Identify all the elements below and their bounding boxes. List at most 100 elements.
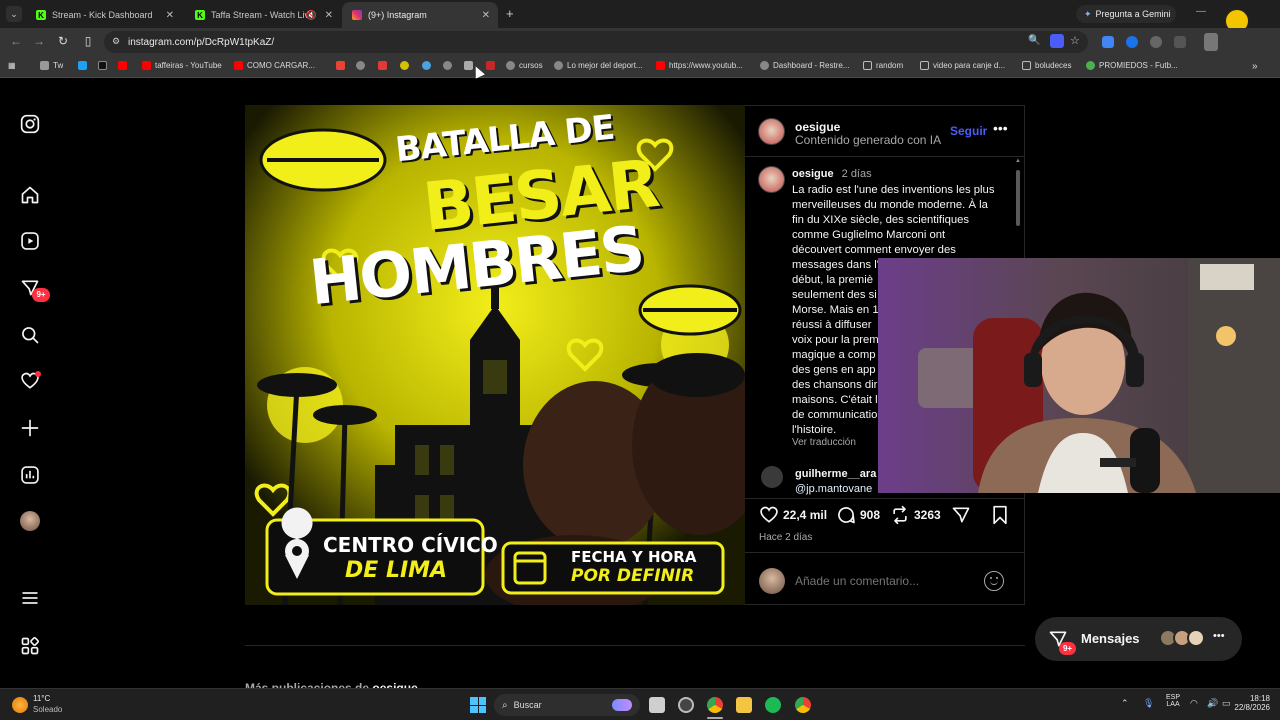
profile-icon[interactable] bbox=[1204, 33, 1218, 51]
start-icon[interactable] bbox=[470, 697, 486, 713]
extension-icon[interactable] bbox=[1102, 36, 1114, 48]
close-tab-icon[interactable]: ✕ bbox=[166, 10, 174, 21]
weather-sun-icon[interactable] bbox=[12, 697, 28, 713]
minimize-icon[interactable]: — bbox=[1196, 6, 1206, 17]
more-options-icon[interactable]: ••• bbox=[993, 120, 1008, 136]
search-icon[interactable] bbox=[18, 323, 42, 347]
extension-icon[interactable] bbox=[1150, 36, 1162, 48]
commenter-username[interactable]: guilherme__ara bbox=[795, 468, 876, 480]
bookmark-video-canje[interactable]: video para canje d... bbox=[920, 61, 1005, 70]
mic-icon[interactable]: 🎙 bbox=[1143, 698, 1154, 709]
commenter-avatar[interactable] bbox=[761, 466, 783, 488]
bookmark-cursos[interactable]: cursos bbox=[506, 61, 543, 70]
translate-icon[interactable] bbox=[1050, 34, 1064, 48]
taskbar-search[interactable]: ⌕ Buscar bbox=[494, 694, 640, 716]
bookmark-promiedos[interactable]: PROMIEDOS - Futb... bbox=[1086, 61, 1178, 70]
reload-icon[interactable]: ↻ bbox=[55, 34, 71, 48]
address-bar[interactable]: ⚙ instagram.com/p/DcRpW1tpKaZ/ 🔍 ☆ bbox=[104, 31, 1088, 53]
spotify-icon[interactable] bbox=[765, 697, 781, 713]
messages-button[interactable]: 9+ Mensajes ••• bbox=[1035, 617, 1242, 661]
direct-messages-icon[interactable]: 9+ bbox=[18, 276, 50, 302]
bookmark-icon-only[interactable] bbox=[378, 61, 391, 70]
bookmark-icon-only[interactable] bbox=[336, 61, 349, 70]
app-icon bbox=[400, 61, 409, 70]
bookmark-icon-only[interactable] bbox=[486, 61, 499, 70]
create-icon[interactable] bbox=[18, 416, 42, 440]
reels-icon[interactable] bbox=[18, 229, 42, 253]
wifi-icon[interactable]: ◠ bbox=[1190, 698, 1198, 709]
home-icon[interactable] bbox=[18, 183, 42, 207]
tab-search-icon[interactable]: ⌄ bbox=[6, 6, 22, 22]
emoji-icon[interactable] bbox=[984, 571, 1004, 591]
also-from-meta-icon[interactable] bbox=[18, 634, 42, 658]
task-view-icon[interactable] bbox=[649, 697, 665, 713]
chrome-icon[interactable] bbox=[707, 697, 723, 713]
author-username[interactable]: oesigue bbox=[795, 120, 840, 134]
tab-taffa-stream[interactable]: K Taffa Stream - Watch Live o 🔇 ✕ bbox=[185, 2, 341, 28]
back-icon[interactable]: ← bbox=[8, 34, 24, 48]
mute-icon[interactable]: 🔇 bbox=[306, 10, 317, 21]
sidepanel-icon[interactable]: ▯ bbox=[80, 34, 96, 48]
bookmark-icon-only[interactable] bbox=[443, 61, 456, 70]
bookmark-como-cargar[interactable]: COMO CARGAR... bbox=[234, 61, 315, 70]
site-info-icon[interactable]: ⚙ bbox=[112, 36, 120, 47]
insights-icon[interactable] bbox=[18, 463, 42, 487]
heart-notifications-icon[interactable] bbox=[18, 369, 42, 393]
bookmark-icon-only[interactable] bbox=[356, 61, 369, 70]
obs-icon[interactable] bbox=[678, 697, 694, 713]
instagram-logo-icon[interactable] bbox=[18, 112, 42, 136]
menu-icon[interactable] bbox=[18, 586, 42, 610]
add-comment-input[interactable] bbox=[795, 572, 975, 590]
bookmark-boludeces[interactable]: boludeces bbox=[1022, 61, 1071, 70]
comment-icon[interactable] bbox=[836, 505, 856, 530]
like-button[interactable] bbox=[759, 505, 779, 530]
apps-icon[interactable]: ▦ bbox=[8, 61, 16, 70]
extensions-puzzle-icon[interactable] bbox=[1174, 36, 1186, 48]
clock[interactable]: 18:18 22/8/2026 bbox=[1228, 694, 1270, 712]
volume-icon[interactable]: 🔊 bbox=[1207, 698, 1218, 709]
comment-count[interactable]: 908 bbox=[860, 508, 880, 522]
file-explorer-icon[interactable] bbox=[736, 697, 752, 713]
ai-generated-label[interactable]: Contenido generado con IA bbox=[795, 133, 941, 147]
promiedos-icon bbox=[1086, 61, 1095, 70]
forward-icon[interactable]: → bbox=[31, 34, 47, 48]
bookmark-star-icon[interactable]: ☆ bbox=[1070, 34, 1080, 47]
language-indicator[interactable]: ESP LAA bbox=[1166, 694, 1180, 708]
caption-author-avatar[interactable] bbox=[758, 166, 785, 193]
repost-icon[interactable] bbox=[890, 505, 910, 530]
zoom-icon[interactable]: 🔍 bbox=[1028, 35, 1040, 46]
bookmark-icon-only[interactable] bbox=[400, 61, 413, 70]
bookmark-icon-only[interactable] bbox=[118, 61, 131, 70]
bookmark-taffeiras[interactable]: taffeiras - YouTube bbox=[142, 61, 222, 70]
new-tab-icon[interactable]: + bbox=[506, 6, 514, 21]
tray-overflow-icon[interactable]: ⌃ bbox=[1121, 698, 1129, 709]
bookmark-icon-only[interactable] bbox=[422, 61, 435, 70]
bookmark-dashboard-restream[interactable]: Dashboard - Restre... bbox=[760, 61, 849, 70]
close-tab-icon[interactable]: ✕ bbox=[325, 10, 333, 21]
comment-mention[interactable]: @jp.mantovane bbox=[795, 483, 872, 495]
weather-temp[interactable]: 11°C bbox=[33, 694, 50, 703]
extension-icon[interactable] bbox=[1126, 36, 1138, 48]
bookmark-random[interactable]: random bbox=[863, 61, 903, 70]
see-translation-link[interactable]: Ver traducción bbox=[792, 437, 856, 448]
post-image[interactable]: BATALLA DE BESAR HOMBRES CENTRO CÍVICO D… bbox=[245, 105, 745, 605]
chrome-profile-icon[interactable] bbox=[795, 697, 811, 713]
caption-author[interactable]: oesigue bbox=[792, 168, 834, 180]
tab-kick-dashboard[interactable]: K Stream - Kick Dashboard ✕ bbox=[26, 2, 182, 28]
bookmark-icon-only[interactable] bbox=[98, 61, 111, 70]
tab-instagram[interactable]: (9+) Instagram ✕ bbox=[342, 2, 498, 28]
share-icon[interactable] bbox=[951, 505, 971, 530]
bookmark-icon-only[interactable] bbox=[78, 61, 91, 70]
close-tab-icon[interactable]: ✕ bbox=[482, 10, 490, 21]
bookmark-youtube-url[interactable]: https://www.youtub... bbox=[656, 61, 743, 70]
profile-avatar[interactable] bbox=[18, 509, 42, 533]
more-bookmarks-icon[interactable]: » bbox=[1252, 61, 1258, 72]
like-count[interactable]: 22,4 mil bbox=[783, 508, 827, 522]
save-bookmark-icon[interactable] bbox=[991, 505, 1009, 530]
author-avatar[interactable] bbox=[758, 118, 785, 145]
bookmark-tw[interactable]: Tw bbox=[40, 61, 63, 70]
bookmark-lo-mejor[interactable]: Lo mejor del deport... bbox=[554, 61, 643, 70]
follow-button[interactable]: Seguir bbox=[950, 124, 987, 138]
repost-count[interactable]: 3263 bbox=[914, 508, 941, 522]
gemini-button[interactable]: ✦ Pregunta a Gemini bbox=[1076, 5, 1176, 23]
